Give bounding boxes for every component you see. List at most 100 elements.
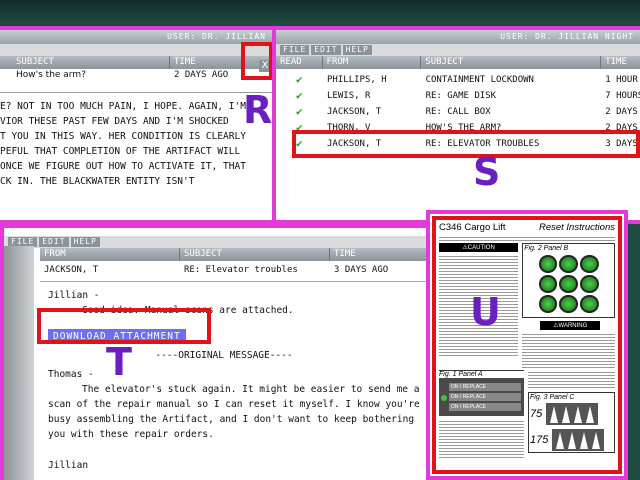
column-time[interactable]: TIME bbox=[330, 248, 430, 261]
warning-label: ⚠WARNING bbox=[540, 321, 601, 330]
panel-a-button: ON / REPLACE bbox=[449, 383, 522, 391]
read-check-icon: ✔ bbox=[296, 105, 303, 118]
panel-b-green-button-icon bbox=[579, 255, 599, 273]
manual-title: C346 Cargo Lift bbox=[439, 222, 506, 233]
panel-a-button: ON / REPLACE bbox=[449, 403, 522, 411]
panel-b-green-button-icon bbox=[559, 295, 578, 313]
manual-text-block bbox=[528, 370, 615, 390]
inbox-row[interactable]: ✔ PHILLIPS, H CONTAINMENT LOCKDOWN 1 HOU… bbox=[276, 72, 640, 88]
body-line: E? NOT IN TOO MUCH PAIN, I HOPE. AGAIN, … bbox=[0, 101, 246, 112]
read-check-icon: ✔ bbox=[296, 73, 303, 86]
window-t-row[interactable]: JACKSON, T RE: Elevator troubles 3 DAYS … bbox=[40, 264, 430, 277]
panel-c-box: Fig. 3 Panel C 75 175 bbox=[528, 392, 615, 453]
window-t-menubar: FILE EDIT HELP bbox=[4, 236, 430, 248]
figure-panel-a: Fig. 1 Panel A ON / REPLACE ON / REPLACE… bbox=[439, 370, 525, 459]
window-t-header: FROM SUBJECT TIME bbox=[40, 248, 430, 261]
panel-b-green-button-icon bbox=[559, 275, 578, 293]
highlight-box-r bbox=[241, 42, 273, 80]
row-time: 2 DAYS bbox=[605, 107, 638, 117]
panel-b-green-button-icon bbox=[579, 295, 599, 313]
column-read[interactable]: READ bbox=[276, 56, 323, 69]
body-line: PEFUL THAT COMPLETION OF THE ARTIFACT WI… bbox=[0, 146, 241, 157]
menu-edit[interactable]: EDIT bbox=[311, 45, 341, 55]
manual-document-u: C346 Cargo Lift Reset Instructions ⚠CAUT… bbox=[426, 210, 628, 480]
column-from[interactable]: FROM bbox=[40, 248, 180, 261]
fig2-caption: Fig. 2 Panel B bbox=[524, 245, 569, 252]
panel-b-button-grid bbox=[538, 255, 599, 313]
email-greeting: Jillian - bbox=[48, 290, 100, 301]
panel-b-green-button-icon bbox=[538, 255, 558, 273]
row-subject: How's the arm? bbox=[16, 70, 86, 80]
manual-subtitle: Reset Instructions bbox=[538, 222, 615, 233]
column-from[interactable]: FROM bbox=[323, 56, 422, 69]
panel-a-body: ON / REPLACE ON / REPLACE ON / REPLACE bbox=[439, 378, 525, 416]
row-subject: RE: Elevator troubles bbox=[184, 265, 298, 275]
original-line: busy assembling the Artifact, and I don'… bbox=[48, 414, 415, 425]
panel-b-green-button-icon bbox=[538, 295, 558, 313]
row-subject: RE: CALL BOX bbox=[425, 107, 491, 117]
figure-panel-c: Fig. 3 Panel C 75 175 bbox=[528, 370, 615, 459]
window-r-menubar bbox=[0, 44, 272, 56]
fig1-caption: Fig. 1 Panel A bbox=[439, 370, 525, 378]
caution-label: ⚠CAUTION bbox=[439, 243, 519, 252]
row-subject: CONTAINMENT LOCKDOWN bbox=[425, 75, 534, 85]
window-s-header: READ FROM SUBJECT TIME bbox=[276, 56, 640, 69]
column-subject[interactable]: SUBJECT bbox=[180, 248, 330, 261]
panel-c-gauge-icon bbox=[552, 429, 605, 451]
menu-file[interactable]: FILE bbox=[280, 45, 310, 55]
body-line: ONCE WE FIGURE OUT HOW TO ACTIVATE IT, T… bbox=[0, 161, 246, 172]
highlight-box-s bbox=[292, 130, 640, 158]
inbox-window-s: USER: DR. JILLIAN NIGHT FILE EDIT HELP R… bbox=[272, 26, 640, 224]
original-line: you with these repair orders. bbox=[48, 429, 214, 440]
window-s-menubar: FILE EDIT HELP bbox=[276, 44, 640, 56]
marker-u: U bbox=[470, 290, 501, 334]
row-time: 3 DAYS AGO bbox=[334, 265, 389, 275]
panel-b-green-button-icon bbox=[538, 275, 558, 293]
manual-text-block bbox=[439, 419, 525, 459]
panel-c-value: 175 bbox=[530, 434, 549, 446]
marker-t: T bbox=[106, 340, 132, 384]
manual-bottom-section: Fig. 1 Panel A ON / REPLACE ON / REPLACE… bbox=[436, 368, 618, 459]
window-t-left-frame bbox=[4, 246, 34, 480]
email-signoff: Jillian bbox=[48, 460, 89, 471]
fig3-caption: Fig. 3 Panel C bbox=[530, 394, 575, 401]
panel-b-green-button-icon bbox=[579, 275, 599, 293]
original-line: The elevator's stuck again. It might be … bbox=[82, 384, 420, 395]
window-s-user: USER: DR. JILLIAN NIGHT bbox=[500, 32, 634, 41]
figure-panel-b: Fig. 2 Panel B bbox=[522, 243, 615, 318]
manual-page: C346 Cargo Lift Reset Instructions ⚠CAUT… bbox=[432, 216, 622, 474]
row-from: JACKSON, T bbox=[327, 107, 382, 117]
inbox-row[interactable]: ✔ JACKSON, T RE: CALL BOX 2 DAYS bbox=[276, 104, 640, 120]
highlight-box-t bbox=[37, 308, 211, 344]
menu-help[interactable]: HELP bbox=[70, 237, 100, 247]
panel-c-row: 175 bbox=[530, 429, 613, 451]
read-check-icon: ✔ bbox=[296, 89, 303, 102]
row-from: JACKSON, T bbox=[44, 265, 99, 275]
marker-s: S bbox=[473, 150, 501, 194]
row-from: LEWIS, R bbox=[327, 91, 371, 101]
manual-right-column: Fig. 2 Panel B ⚠WARNING bbox=[522, 243, 615, 368]
window-s-titlebar: USER: DR. JILLIAN NIGHT bbox=[276, 30, 640, 44]
window-r-header: SUBJECT TIME bbox=[0, 56, 272, 69]
panel-a-indicator-icon bbox=[441, 395, 447, 401]
row-from: PHILLIPS, H bbox=[327, 75, 387, 85]
manual-top-section: ⚠CAUTION Fig. 2 Panel B ⚠WARNING bbox=[436, 243, 618, 368]
window-r-user: USER: DR. JILLIAN bbox=[167, 32, 266, 41]
window-r-titlebar: USER: DR. JILLIAN bbox=[0, 30, 272, 44]
menu-help[interactable]: HELP bbox=[342, 45, 372, 55]
body-line: VIOR THESE PAST FEW DAYS AND I'M SHOCKED bbox=[0, 116, 229, 127]
panel-c-gauge-icon bbox=[546, 403, 599, 425]
body-line: CK IN. THE BLACKWATER ENTITY ISN'T bbox=[0, 176, 195, 187]
email-window-t: FILE EDIT HELP FROM SUBJECT TIME JACKSON… bbox=[0, 224, 430, 480]
column-time[interactable]: TIME bbox=[601, 56, 640, 69]
window-r-row[interactable]: How's the arm? 2 DAYS AGO bbox=[0, 69, 272, 82]
menu-edit[interactable]: EDIT bbox=[39, 237, 69, 247]
manual-header: C346 Cargo Lift Reset Instructions bbox=[436, 220, 618, 233]
column-subject[interactable]: SUBJECT bbox=[0, 56, 170, 69]
row-time: 7 HOURS bbox=[605, 91, 640, 101]
panel-b-green-button-icon bbox=[559, 255, 578, 273]
column-subject[interactable]: SUBJECT bbox=[421, 56, 602, 69]
body-line: T YOU IN THIS WAY. HER CONDITION IS CLEA… bbox=[0, 131, 246, 142]
inbox-row[interactable]: ✔ LEWIS, R RE: GAME DISK 7 HOURS bbox=[276, 88, 640, 104]
row-time: 1 HOUR bbox=[605, 75, 638, 85]
